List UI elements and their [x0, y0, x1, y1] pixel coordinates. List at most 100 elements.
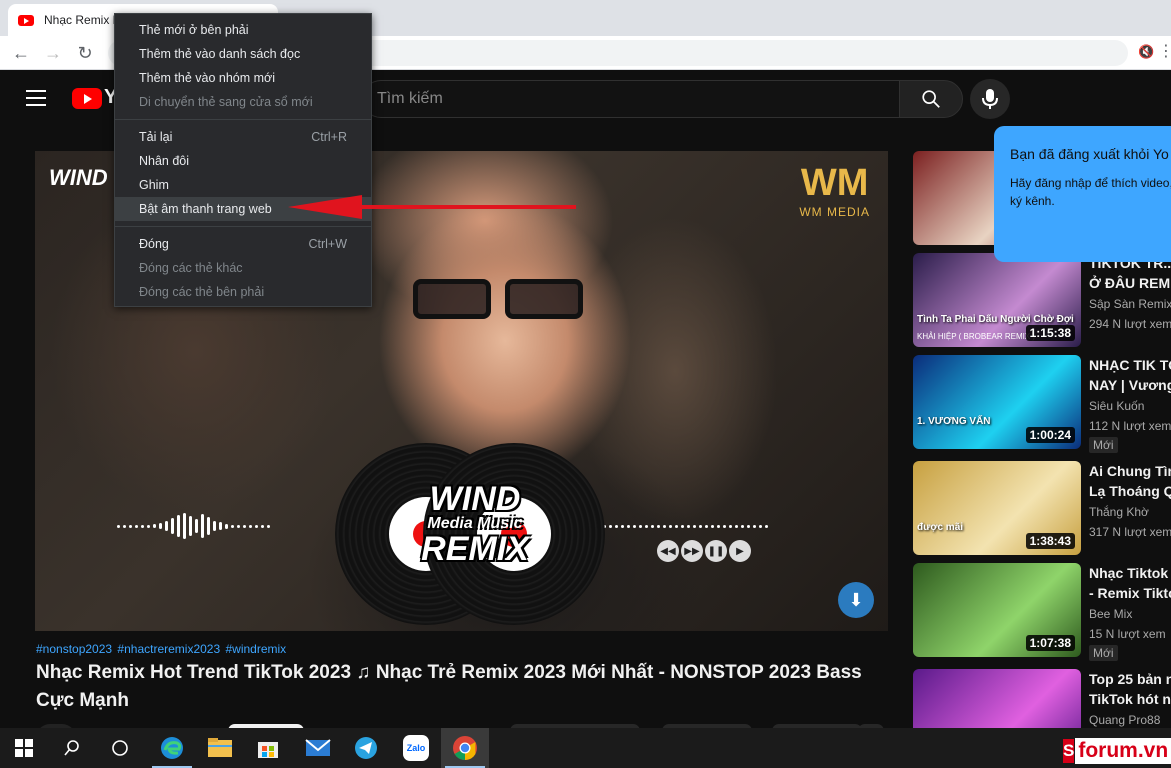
video-title: Nhạc Remix Hot Trend TikTok 2023 ♫ Nhạc … — [36, 662, 862, 711]
video-duration: 1:07:38 — [1025, 635, 1075, 651]
recommendation-thumbnail[interactable]: 1:07:38 — [913, 563, 1081, 657]
context-menu-label: Thẻ mới ở bên phải — [139, 23, 249, 37]
recommendation-item[interactable]: 1:07:38 Nhạc Tiktok H- Remix Tiktok Bee Mi… — [913, 563, 1171, 661]
waveform-bar — [117, 524, 120, 528]
recommendation-channel[interactable]: Siêu Kuốn — [1089, 399, 1144, 413]
audio-waveform-left — [117, 513, 270, 539]
context-menu-item[interactable]: Đóng Ctrl+W — [115, 232, 371, 256]
context-menu-item[interactable]: Thẻ mới ở bên phải — [115, 18, 371, 42]
waveform-bar — [651, 524, 654, 528]
context-menu-item[interactable]: Nhân đôi — [115, 149, 371, 173]
waveform-bar — [231, 524, 234, 528]
recommendation-item[interactable]: được mãi 1:38:43 Ai Chung TìnhLạ Thoáng Qu… — [913, 461, 1171, 555]
wm-logo-text: WM MEDIA — [799, 205, 870, 219]
voice-search-button[interactable] — [970, 79, 1010, 119]
waveform-bar — [237, 524, 240, 528]
recommendation-title[interactable]: NAY | Vương — [1089, 375, 1171, 395]
waveform-bar — [657, 524, 660, 528]
taskbar-search-icon[interactable] — [48, 728, 96, 768]
waveform-bar — [201, 514, 204, 538]
sforum-logo-text: forum.vn — [1075, 738, 1171, 764]
waveform-bar — [729, 524, 732, 528]
recommendation-channel[interactable]: Bee Mix — [1089, 607, 1132, 621]
recommendation-channel[interactable]: Thắng Khờ — [1089, 505, 1149, 519]
search-icon — [922, 90, 940, 108]
waveform-bar — [699, 524, 702, 528]
context-menu-shortcut: Ctrl+R — [311, 130, 347, 144]
sforum-watermark: S forum.vn — [1063, 737, 1171, 765]
waveform-bar — [171, 518, 174, 534]
recommendation-channel[interactable]: Sập Sàn Remix — [1089, 297, 1171, 311]
context-menu-item[interactable]: Thêm thẻ vào nhóm mới — [115, 66, 371, 90]
browser-menu-icon[interactable]: ⋮ — [1158, 41, 1171, 61]
microsoft-store-icon[interactable] — [244, 728, 292, 768]
recommendation-title[interactable]: TikTok hót nh — [1089, 689, 1171, 709]
signed-out-popup[interactable]: Bạn đã đăng xuất khỏi Yo Hãy đăng nhập đ… — [994, 126, 1171, 262]
rewind-icon: ◀◀ — [657, 540, 679, 562]
muted-speaker-icon[interactable]: 🔇 — [1138, 44, 1154, 60]
context-menu-label: Di chuyển thẻ sang cửa sổ mới — [139, 95, 313, 109]
hashtag-link[interactable]: #windremix — [226, 642, 287, 656]
waveform-bar — [213, 521, 216, 531]
hashtag-link[interactable]: #nonstop2023 — [36, 642, 112, 656]
waveform-bar — [165, 521, 168, 531]
back-arrow-icon[interactable]: ← — [8, 40, 34, 66]
context-menu-item: Đóng các thẻ bên phải — [115, 280, 371, 304]
recommendation-title[interactable]: Ở ĐÂU REMIX — [1089, 273, 1171, 293]
waveform-bar — [735, 524, 738, 528]
waveform-bar — [615, 524, 618, 528]
chrome-icon[interactable] — [441, 728, 489, 768]
recommendation-title[interactable]: - Remix Tiktok — [1089, 583, 1171, 603]
forward-arrow-icon[interactable]: → — [40, 40, 66, 66]
waveform-bar — [669, 524, 672, 528]
youtube-logo-icon[interactable] — [72, 88, 102, 109]
recommendation-views: 294 N lượt xem — [1089, 317, 1171, 331]
recommendation-title[interactable]: Lạ Thoáng Qu — [1089, 481, 1171, 501]
zalo-icon[interactable]: Zalo — [392, 728, 440, 768]
recommendation-thumbnail[interactable]: được mãi 1:38:43 — [913, 461, 1081, 555]
video-hashtags: #nonstop2023 #nhactreremix2023 #windremi… — [36, 642, 288, 656]
search-input[interactable]: Tìm kiếm — [362, 80, 900, 118]
thumbnail-center-title: WIND — [429, 480, 521, 518]
waveform-bar — [645, 524, 648, 528]
recommendation-title[interactable]: Ai Chung Tình — [1089, 461, 1171, 481]
recommendation-title[interactable]: NHẠC TIK TO — [1089, 355, 1171, 375]
wm-logo-mark: WM — [800, 162, 869, 204]
waveform-bar — [267, 524, 270, 528]
recommendation-title[interactable]: Top 25 bản nh — [1089, 669, 1171, 689]
waveform-bar — [219, 522, 222, 530]
file-explorer-icon[interactable] — [196, 728, 244, 768]
waveform-bar — [141, 524, 144, 528]
waveform-bar — [159, 523, 162, 529]
waveform-bar — [207, 517, 210, 535]
download-icon[interactable]: ⬇ — [838, 582, 874, 618]
recommendation-title[interactable]: Nhạc Tiktok H — [1089, 563, 1171, 583]
recommendation-item[interactable]: 1. VƯƠNG VẤN 1:00:24 NHẠC TIK TO NAY | Vươn… — [913, 355, 1171, 453]
waveform-bar — [153, 524, 156, 528]
search-button[interactable] — [899, 80, 963, 118]
thumbnail-caption: 1. VƯƠNG VẤN — [917, 416, 991, 427]
sforum-logo-s: S — [1063, 739, 1075, 763]
recommendation-thumbnail[interactable]: 1. VƯƠNG VẤN 1:00:24 — [913, 355, 1081, 449]
edge-icon[interactable] — [148, 728, 196, 768]
windows-start-icon[interactable] — [0, 728, 48, 768]
recommendation-views: 112 N lượt xem — [1089, 419, 1171, 433]
hamburger-menu-icon[interactable] — [26, 90, 46, 106]
context-menu-item[interactable]: Tải lại Ctrl+R — [115, 125, 371, 149]
hashtag-link[interactable]: #nhactreremix2023 — [117, 642, 220, 656]
context-menu-label: Đóng — [139, 237, 169, 251]
waveform-bar — [705, 524, 708, 528]
context-menu-item[interactable]: Thêm thẻ vào danh sách đọc — [115, 42, 371, 66]
microphone-icon — [982, 89, 998, 109]
recommendation-thumbnail[interactable]: Tình Ta Phai Dấu Người Chờ Đợi KHẢI HIỆP … — [913, 253, 1081, 347]
task-view-icon[interactable] — [96, 728, 144, 768]
waveform-bar — [255, 524, 258, 528]
telegram-icon[interactable] — [342, 728, 390, 768]
reload-icon[interactable]: ↻ — [72, 40, 98, 66]
thumbnail-caption: được mãi — [917, 522, 964, 533]
waveform-bar — [135, 524, 138, 528]
recommendation-channel[interactable]: Quang Pro88 — [1089, 713, 1160, 727]
recommendation-item[interactable]: Tình Ta Phai Dấu Người Chờ Đợi KHẢI HIỆP … — [913, 253, 1171, 347]
waveform-bar — [261, 524, 264, 528]
mail-icon[interactable] — [294, 728, 342, 768]
